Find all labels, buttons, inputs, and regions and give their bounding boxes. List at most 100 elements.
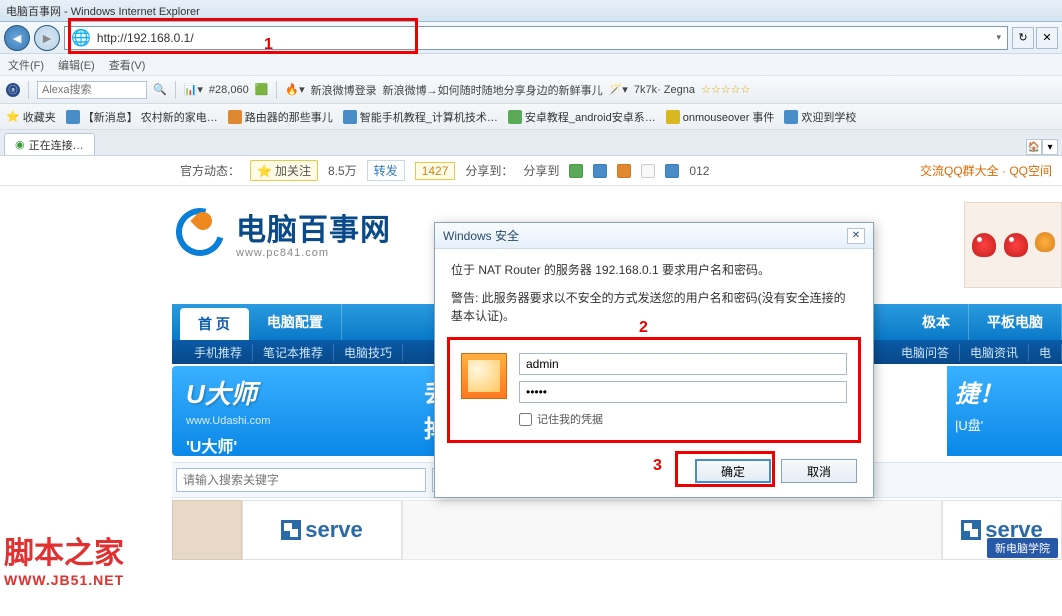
star-icon: ⭐ xyxy=(6,110,20,123)
subnav-item[interactable]: 电脑问答 xyxy=(891,344,960,361)
star-icon: ☆☆☆☆☆ xyxy=(701,83,750,96)
page-icon xyxy=(343,110,357,124)
menu-file[interactable]: 文件(F) xyxy=(8,57,44,73)
password-input[interactable] xyxy=(519,381,847,403)
watermark-cn: 脚本之家 xyxy=(4,528,124,572)
bookmark-item[interactable]: onmouseover 事件 xyxy=(666,109,775,125)
alexa-icon: ⓐ xyxy=(6,83,20,97)
share-icon[interactable] xyxy=(569,164,583,178)
forward-button[interactable]: ► xyxy=(34,25,60,51)
rbanner-title: 捷！ xyxy=(955,374,1054,409)
nav-ultrabook[interactable]: 极本 xyxy=(904,304,969,340)
refresh-button[interactable]: ↻ xyxy=(1012,27,1034,49)
follow-button[interactable]: ⭐加关注 xyxy=(250,160,318,181)
browser-tab[interactable]: ◉ 正在连接… xyxy=(4,133,95,155)
bookmark-item[interactable]: 安卓教程_android安卓系… xyxy=(508,109,656,125)
favicon-icon: 🌐 xyxy=(71,28,91,48)
dropdown-icon[interactable]: ▾ xyxy=(996,32,1001,43)
dialog-message-1: 位于 NAT Router 的服务器 192.168.0.1 要求用户名和密码。 xyxy=(451,261,857,279)
subnav-item[interactable]: 电 xyxy=(1029,344,1062,361)
url-input[interactable] xyxy=(97,31,991,45)
banner-title: U大师 xyxy=(186,374,438,411)
cancel-button[interactable]: 取消 xyxy=(781,459,857,483)
stop-button[interactable]: ✕ xyxy=(1036,27,1058,49)
address-bar[interactable]: 🌐 ▾ xyxy=(64,26,1008,50)
dialog-title: Windows 安全 xyxy=(443,227,519,244)
bookmark-item[interactable]: 智能手机教程_计算机技术… xyxy=(343,109,498,125)
back-button[interactable]: ◄ xyxy=(4,25,30,51)
dialog-close-button[interactable]: ✕ xyxy=(847,228,865,244)
corner-badge: 新电脑学院 xyxy=(987,538,1058,558)
share-icon[interactable] xyxy=(665,164,679,178)
subnav-item[interactable]: 电脑技巧 xyxy=(334,344,403,361)
dialog-button-row: 3 确定 取消 xyxy=(435,451,873,497)
subnav-item[interactable]: 笔记本推荐 xyxy=(253,344,334,361)
tab-menu-button[interactable]: ▾ xyxy=(1042,139,1058,155)
mushroom-icon xyxy=(1004,233,1028,257)
nav-tablet[interactable]: 平板电脑 xyxy=(969,304,1062,340)
remember-label: 记住我的凭据 xyxy=(537,411,603,427)
ok-button[interactable]: 确定 xyxy=(695,459,771,483)
hero-banner[interactable]: U大师 www.Udashi.com 'U大师' xyxy=(172,366,452,456)
toolbar-link-3[interactable]: 7k7k· Zegna xyxy=(634,84,695,96)
label: 分享到： xyxy=(465,162,513,179)
page-icon xyxy=(784,110,798,124)
serve-icon xyxy=(281,520,301,540)
dialog-form: 2 记住我的凭据 xyxy=(449,341,859,439)
mid-content xyxy=(402,500,942,560)
remember-checkbox-row[interactable]: 记住我的凭据 xyxy=(519,411,847,427)
mushroom-icon xyxy=(1035,232,1055,252)
dialog-body: 位于 NAT Router 的服务器 192.168.0.1 要求用户名和密码。… xyxy=(435,249,873,333)
nav-home[interactable]: 首 页 xyxy=(180,308,249,340)
side-ad[interactable] xyxy=(964,202,1062,288)
site-logo-icon xyxy=(172,204,228,260)
toolbar-link-2[interactable]: 新浪微博→如何随时随地分享身边的新鲜事儿 xyxy=(383,82,603,98)
page-icon xyxy=(666,110,680,124)
menu-bar: 文件(F) 编辑(E) 查看(V) xyxy=(0,54,1062,76)
dialog-message-2: 警告: 此服务器要求以不安全的方式发送您的用户名和密码(没有安全连接的基本认证)… xyxy=(451,289,857,325)
alexa-search-input[interactable] xyxy=(37,81,147,99)
thumb-image xyxy=(172,500,242,560)
site-logo-text: 电脑百事网 xyxy=(236,205,391,249)
subnav-item[interactable]: 电脑资讯 xyxy=(960,344,1029,361)
annotation-label-1: 1 xyxy=(264,36,273,54)
watermark: 脚本之家 WWW.JB51.NET xyxy=(4,528,124,588)
digit-label: 012 xyxy=(689,164,709,178)
mushroom-icon xyxy=(972,233,996,257)
username-input[interactable] xyxy=(519,353,847,375)
site-search-input[interactable] xyxy=(176,468,426,492)
nav-pc-config[interactable]: 电脑配置 xyxy=(249,304,342,340)
home-button[interactable]: 🏠 xyxy=(1026,139,1042,155)
qq-link[interactable]: 交流QQ群大全 · QQ空间 xyxy=(920,162,1052,179)
rank-value: #28,060 xyxy=(209,84,249,96)
tab-label: 正在连接… xyxy=(29,137,84,153)
window-titlebar: 电脑百事网 - Windows Internet Explorer xyxy=(0,0,1062,22)
banner-slogan: 'U大师' xyxy=(186,433,438,457)
rank-icon: 📊▾ xyxy=(184,83,203,96)
favorites-button[interactable]: ⭐收藏夹 xyxy=(6,109,56,125)
bookmark-item[interactable]: 【新消息】 农村新的家电… xyxy=(66,109,218,125)
menu-view[interactable]: 查看(V) xyxy=(109,57,146,73)
badge-icon: 🟩 xyxy=(255,83,269,96)
serve-banner[interactable]: serve xyxy=(242,500,402,560)
share-button[interactable]: 转发 xyxy=(367,160,405,181)
right-banner[interactable]: 捷！ |U盘' xyxy=(947,366,1062,456)
subnav-item[interactable]: 手机推荐 xyxy=(184,344,253,361)
annotation-label-3: 3 xyxy=(653,457,662,475)
credentials-dialog: Windows 安全 ✕ 位于 NAT Router 的服务器 192.168.… xyxy=(434,222,874,498)
bookmark-item[interactable]: 路由器的那些事儿 xyxy=(228,109,333,125)
search-icon[interactable]: 🔍 xyxy=(153,83,167,96)
menu-edit[interactable]: 编辑(E) xyxy=(58,57,95,73)
bookmark-item[interactable]: 欢迎到学校 xyxy=(784,109,856,125)
site-logo-area: 电脑百事网 www.pc841.com xyxy=(172,204,391,260)
count-button[interactable]: 1427 xyxy=(415,162,456,180)
serve-icon xyxy=(961,520,981,540)
toolbar-link-1[interactable]: 新浪微博登录 xyxy=(311,82,377,98)
remember-checkbox[interactable] xyxy=(519,413,532,426)
share-icon[interactable] xyxy=(593,164,607,178)
share-icon[interactable] xyxy=(617,164,631,178)
share-icon[interactable] xyxy=(641,164,655,178)
annotation-label-2: 2 xyxy=(639,319,648,337)
flame-icon: 🔥▾ xyxy=(285,83,304,96)
page-icon xyxy=(228,110,242,124)
